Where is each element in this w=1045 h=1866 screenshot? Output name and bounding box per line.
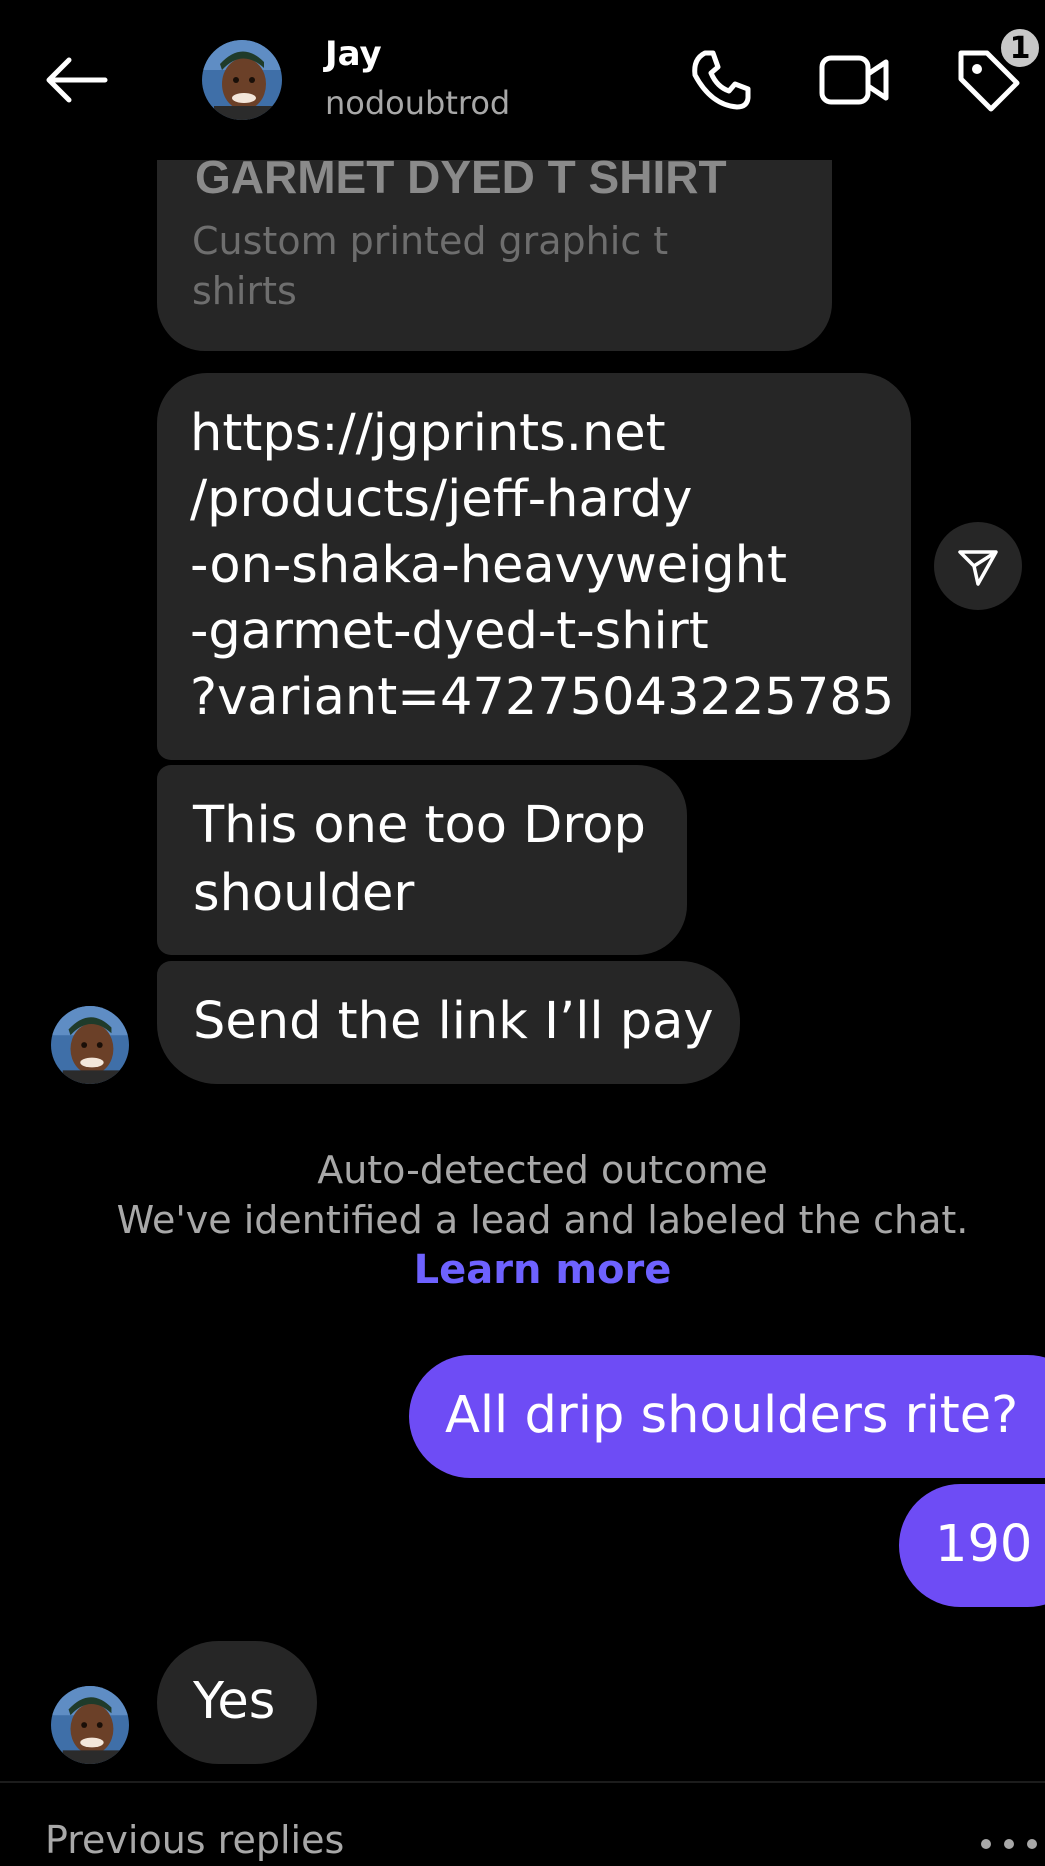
notice-body: We've identified a lead and labeled the … — [116, 1198, 969, 1242]
video-call-button[interactable] — [810, 35, 900, 125]
more-options-button[interactable] — [975, 1822, 1045, 1862]
divider — [0, 1781, 1045, 1783]
message-price[interactable]: 190 — [899, 1484, 1045, 1607]
profile-photo — [202, 40, 282, 120]
shared-product-card[interactable]: GARMET DYED T SHIRT Custom printed graph… — [157, 158, 832, 351]
message-link[interactable]: https://jgprints.net /products/jeff-hard… — [157, 373, 911, 760]
back-arrow-icon — [46, 57, 108, 103]
sender-avatar[interactable] — [51, 1686, 129, 1764]
phone-icon — [692, 50, 751, 110]
message-drip-question[interactable]: All drip shoulders rite? — [409, 1355, 1045, 1478]
call-button[interactable] — [675, 35, 765, 125]
message-drop-shoulder[interactable]: This one too Drop shoulder — [157, 765, 687, 955]
learn-more-link[interactable]: Learn more — [0, 1245, 1045, 1295]
notice-title: Auto-detected outcome — [317, 1148, 768, 1192]
label-count-badge: 1 — [998, 26, 1042, 70]
profile-photo — [51, 1686, 129, 1764]
back-button[interactable] — [36, 40, 116, 120]
more-dots-icon — [981, 1839, 1037, 1849]
message-yes[interactable]: Yes — [157, 1641, 317, 1764]
profile-photo — [51, 1006, 129, 1084]
share-button[interactable] — [934, 522, 1022, 610]
sender-avatar[interactable] — [51, 1006, 129, 1084]
send-share-icon — [958, 550, 998, 586]
message-send-link[interactable]: Send the link I’ll pay — [157, 961, 740, 1084]
contact-avatar[interactable] — [202, 40, 282, 120]
video-camera-icon — [819, 55, 889, 105]
product-title: GARMET DYED T SHIRT — [195, 158, 727, 203]
auto-detected-notice: Auto-detected outcome We've identified a… — [0, 1145, 1045, 1295]
product-subtitle: Custom printed graphic t shirts — [192, 219, 669, 313]
contact-name[interactable]: Jay — [325, 34, 382, 74]
previous-replies-button[interactable]: Previous replies — [45, 1818, 344, 1862]
contact-handle: nodoubtrod — [325, 84, 511, 122]
